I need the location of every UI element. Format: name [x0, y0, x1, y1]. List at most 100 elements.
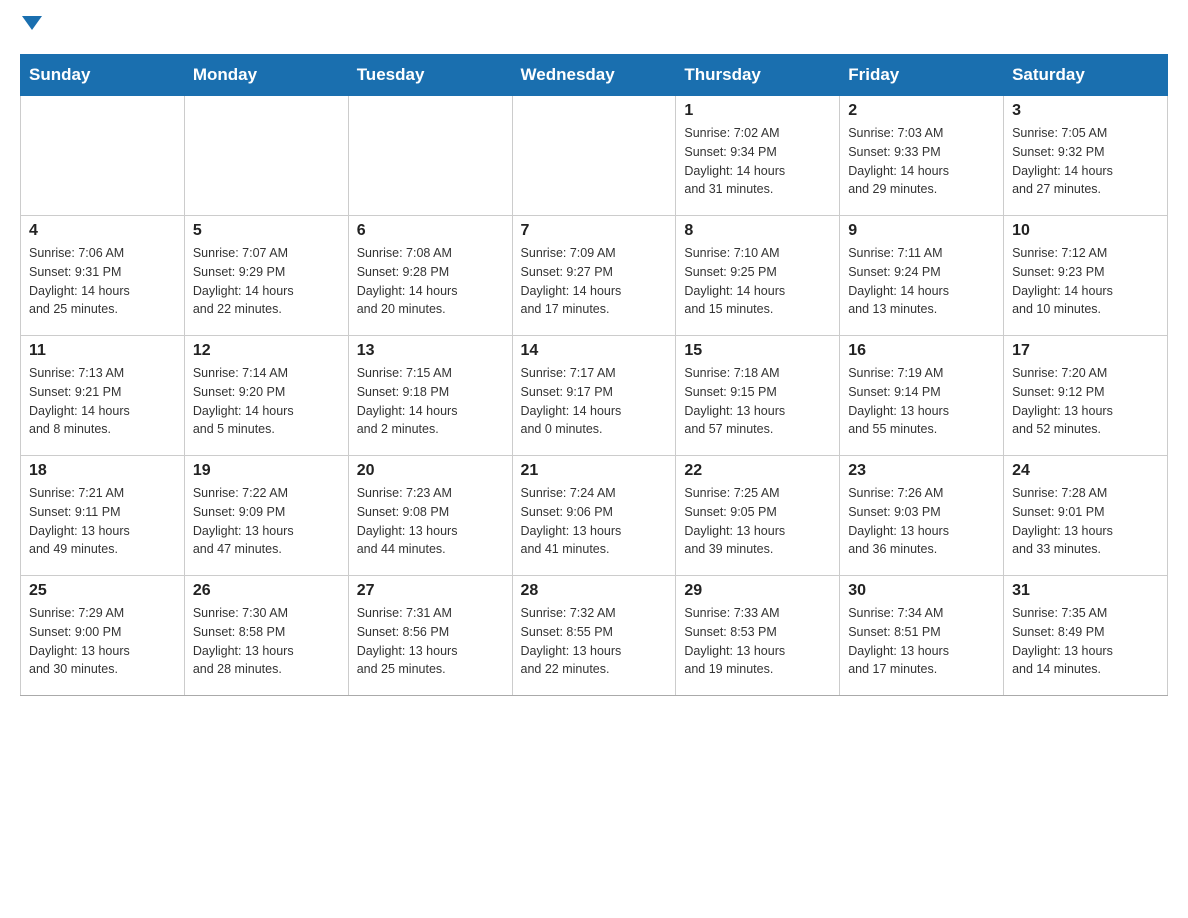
day-cell: 19Sunrise: 7:22 AM Sunset: 9:09 PM Dayli…: [184, 456, 348, 576]
day-cell: 8 Sunrise: 7:10 AM Sunset: 9:25 PM Daylig…: [676, 216, 840, 336]
day-number: 5: [193, 222, 340, 240]
day-number: 16: [848, 342, 995, 360]
day-cell: 31Sunrise: 7:35 AM Sunset: 8:49 PM Dayli…: [1004, 576, 1168, 696]
day-cell: [348, 96, 512, 216]
day-info: Sunrise: 7:29 AM Sunset: 9:00 PM Dayligh…: [29, 604, 176, 679]
day-info: Sunrise: 7:25 AM Sunset: 9:05 PM Dayligh…: [684, 484, 831, 559]
week-row-4: 18Sunrise: 7:21 AM Sunset: 9:11 PM Dayli…: [21, 456, 1168, 576]
day-info: Sunrise: 7:23 AM Sunset: 9:08 PM Dayligh…: [357, 484, 504, 559]
week-row-2: 4 Sunrise: 7:06 AM Sunset: 9:31 PM Daylig…: [21, 216, 1168, 336]
day-info: Sunrise: 7:02 AM Sunset: 9:34 PM Dayligh…: [684, 124, 831, 199]
day-number: 28: [521, 582, 668, 600]
day-cell: 3 Sunrise: 7:05 AM Sunset: 9:32 PM Daylig…: [1004, 96, 1168, 216]
day-cell: 24 Sunrise: 7:28 AM Sunset: 9:01 PM Dayli…: [1004, 456, 1168, 576]
calendar-table: SundayMondayTuesdayWednesdayThursdayFrid…: [20, 54, 1168, 696]
day-number: 22: [684, 462, 831, 480]
page-header: [20, 20, 1168, 34]
day-number: 17: [1012, 342, 1159, 360]
day-number: 21: [521, 462, 668, 480]
day-cell: 7 Sunrise: 7:09 AM Sunset: 9:27 PM Daylig…: [512, 216, 676, 336]
day-number: 26: [193, 582, 340, 600]
day-number: 24: [1012, 462, 1159, 480]
weekday-header-wednesday: Wednesday: [512, 55, 676, 96]
day-number: 8: [684, 222, 831, 240]
weekday-header-friday: Friday: [840, 55, 1004, 96]
week-row-3: 11Sunrise: 7:13 AM Sunset: 9:21 PM Dayli…: [21, 336, 1168, 456]
day-cell: 23 Sunrise: 7:26 AM Sunset: 9:03 PM Dayli…: [840, 456, 1004, 576]
day-number: 10: [1012, 222, 1159, 240]
day-cell: 26Sunrise: 7:30 AM Sunset: 8:58 PM Dayli…: [184, 576, 348, 696]
weekday-header-saturday: Saturday: [1004, 55, 1168, 96]
day-number: 11: [29, 342, 176, 360]
day-info: Sunrise: 7:15 AM Sunset: 9:18 PM Dayligh…: [357, 364, 504, 439]
week-row-5: 25 Sunrise: 7:29 AM Sunset: 9:00 PM Dayli…: [21, 576, 1168, 696]
day-number: 31: [1012, 582, 1159, 600]
day-cell: 4 Sunrise: 7:06 AM Sunset: 9:31 PM Daylig…: [21, 216, 185, 336]
day-number: 23: [848, 462, 995, 480]
day-info: Sunrise: 7:28 AM Sunset: 9:01 PM Dayligh…: [1012, 484, 1159, 559]
day-number: 2: [848, 102, 995, 120]
day-number: 4: [29, 222, 176, 240]
day-info: Sunrise: 7:26 AM Sunset: 9:03 PM Dayligh…: [848, 484, 995, 559]
day-info: Sunrise: 7:18 AM Sunset: 9:15 PM Dayligh…: [684, 364, 831, 439]
day-cell: 1 Sunrise: 7:02 AM Sunset: 9:34 PM Daylig…: [676, 96, 840, 216]
weekday-header-tuesday: Tuesday: [348, 55, 512, 96]
day-cell: 22 Sunrise: 7:25 AM Sunset: 9:05 PM Dayli…: [676, 456, 840, 576]
day-cell: 21 Sunrise: 7:24 AM Sunset: 9:06 PM Dayli…: [512, 456, 676, 576]
day-info: Sunrise: 7:14 AM Sunset: 9:20 PM Dayligh…: [193, 364, 340, 439]
weekday-header-thursday: Thursday: [676, 55, 840, 96]
day-info: Sunrise: 7:11 AM Sunset: 9:24 PM Dayligh…: [848, 244, 995, 319]
logo-triangle-icon: [22, 16, 42, 30]
day-info: Sunrise: 7:19 AM Sunset: 9:14 PM Dayligh…: [848, 364, 995, 439]
day-number: 15: [684, 342, 831, 360]
day-number: 29: [684, 582, 831, 600]
day-info: Sunrise: 7:08 AM Sunset: 9:28 PM Dayligh…: [357, 244, 504, 319]
day-info: Sunrise: 7:06 AM Sunset: 9:31 PM Dayligh…: [29, 244, 176, 319]
day-cell: [184, 96, 348, 216]
day-cell: 14 Sunrise: 7:17 AM Sunset: 9:17 PM Dayli…: [512, 336, 676, 456]
day-cell: 11Sunrise: 7:13 AM Sunset: 9:21 PM Dayli…: [21, 336, 185, 456]
logo: [20, 20, 42, 34]
day-cell: 9Sunrise: 7:11 AM Sunset: 9:24 PM Daylig…: [840, 216, 1004, 336]
day-cell: [21, 96, 185, 216]
day-cell: 12 Sunrise: 7:14 AM Sunset: 9:20 PM Dayli…: [184, 336, 348, 456]
day-info: Sunrise: 7:05 AM Sunset: 9:32 PM Dayligh…: [1012, 124, 1159, 199]
day-number: 1: [684, 102, 831, 120]
day-info: Sunrise: 7:12 AM Sunset: 9:23 PM Dayligh…: [1012, 244, 1159, 319]
week-row-1: 1 Sunrise: 7:02 AM Sunset: 9:34 PM Daylig…: [21, 96, 1168, 216]
weekday-header-row: SundayMondayTuesdayWednesdayThursdayFrid…: [21, 55, 1168, 96]
day-cell: 13 Sunrise: 7:15 AM Sunset: 9:18 PM Dayli…: [348, 336, 512, 456]
day-info: Sunrise: 7:03 AM Sunset: 9:33 PM Dayligh…: [848, 124, 995, 199]
day-info: Sunrise: 7:32 AM Sunset: 8:55 PM Dayligh…: [521, 604, 668, 679]
day-number: 30: [848, 582, 995, 600]
day-cell: [512, 96, 676, 216]
day-number: 18: [29, 462, 176, 480]
day-cell: 16 Sunrise: 7:19 AM Sunset: 9:14 PM Dayli…: [840, 336, 1004, 456]
day-cell: 5 Sunrise: 7:07 AM Sunset: 9:29 PM Daylig…: [184, 216, 348, 336]
day-number: 12: [193, 342, 340, 360]
day-info: Sunrise: 7:22 AM Sunset: 9:09 PM Dayligh…: [193, 484, 340, 559]
day-number: 20: [357, 462, 504, 480]
day-cell: 30Sunrise: 7:34 AM Sunset: 8:51 PM Dayli…: [840, 576, 1004, 696]
day-info: Sunrise: 7:20 AM Sunset: 9:12 PM Dayligh…: [1012, 364, 1159, 439]
day-info: Sunrise: 7:09 AM Sunset: 9:27 PM Dayligh…: [521, 244, 668, 319]
weekday-header-sunday: Sunday: [21, 55, 185, 96]
day-info: Sunrise: 7:10 AM Sunset: 9:25 PM Dayligh…: [684, 244, 831, 319]
day-info: Sunrise: 7:33 AM Sunset: 8:53 PM Dayligh…: [684, 604, 831, 679]
day-number: 27: [357, 582, 504, 600]
day-number: 3: [1012, 102, 1159, 120]
day-cell: 10 Sunrise: 7:12 AM Sunset: 9:23 PM Dayli…: [1004, 216, 1168, 336]
day-info: Sunrise: 7:07 AM Sunset: 9:29 PM Dayligh…: [193, 244, 340, 319]
day-number: 6: [357, 222, 504, 240]
day-cell: 25 Sunrise: 7:29 AM Sunset: 9:00 PM Dayli…: [21, 576, 185, 696]
day-number: 13: [357, 342, 504, 360]
day-number: 25: [29, 582, 176, 600]
day-cell: 15 Sunrise: 7:18 AM Sunset: 9:15 PM Dayli…: [676, 336, 840, 456]
day-info: Sunrise: 7:24 AM Sunset: 9:06 PM Dayligh…: [521, 484, 668, 559]
day-cell: 6 Sunrise: 7:08 AM Sunset: 9:28 PM Daylig…: [348, 216, 512, 336]
weekday-header-monday: Monday: [184, 55, 348, 96]
day-number: 7: [521, 222, 668, 240]
day-info: Sunrise: 7:31 AM Sunset: 8:56 PM Dayligh…: [357, 604, 504, 679]
day-info: Sunrise: 7:17 AM Sunset: 9:17 PM Dayligh…: [521, 364, 668, 439]
day-number: 14: [521, 342, 668, 360]
